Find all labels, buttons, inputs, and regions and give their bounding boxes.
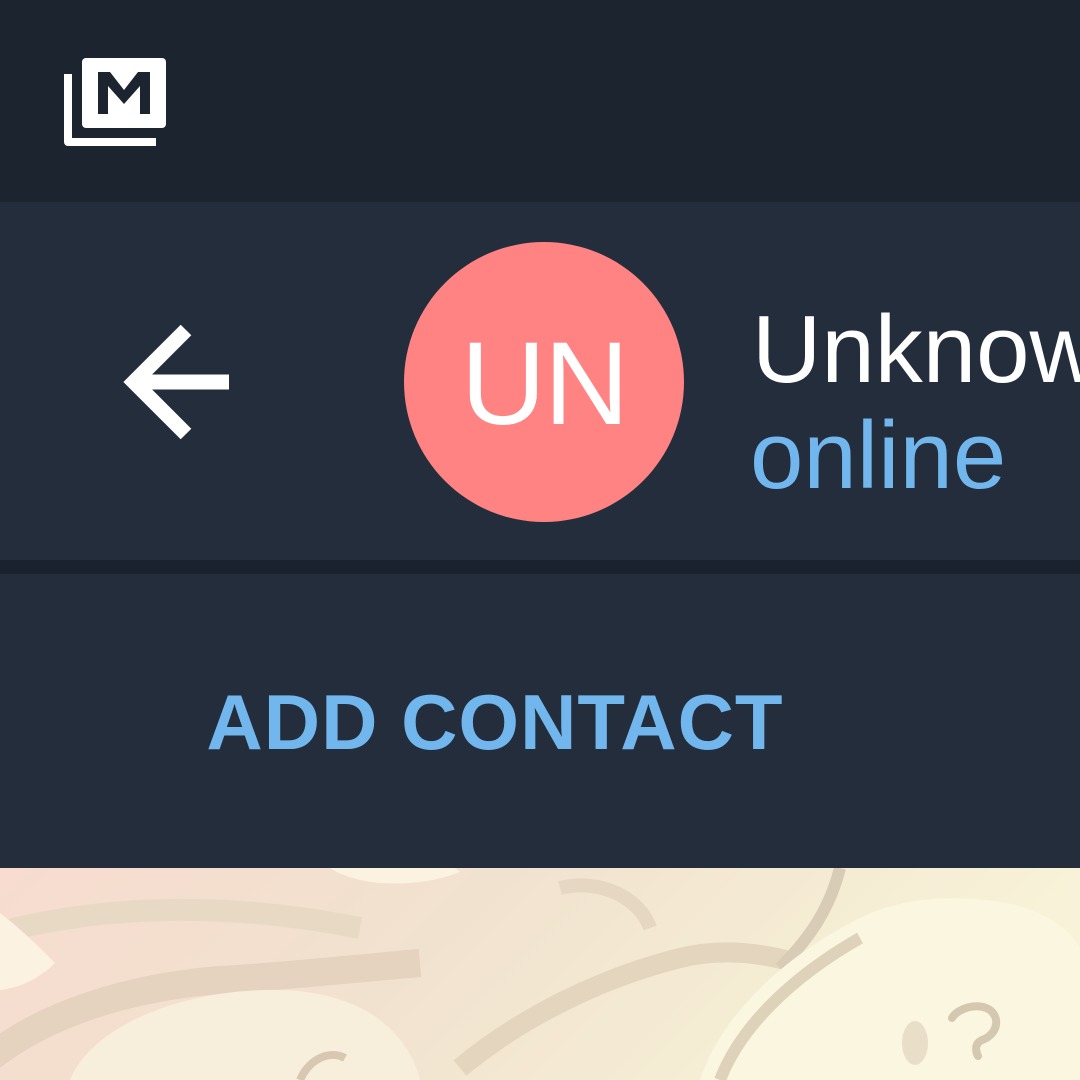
- app-logo-icon: [64, 56, 170, 148]
- contact-status: online: [750, 402, 1007, 509]
- contact-name[interactable]: Unknow: [752, 302, 1080, 398]
- add-contact-button[interactable]: ADD CONTACT: [0, 574, 1080, 868]
- avatar[interactable]: UN: [404, 242, 684, 522]
- add-contact-label: ADD CONTACT: [206, 677, 784, 766]
- action-bar: ADD CONTACT: [0, 574, 1080, 868]
- chat-wallpaper: [0, 868, 1080, 1080]
- avatar-initials: UN: [460, 318, 629, 450]
- back-button[interactable]: [112, 320, 242, 448]
- arrow-left-icon: [123, 324, 229, 440]
- status-bar: [0, 0, 1080, 202]
- divider: [0, 560, 1080, 574]
